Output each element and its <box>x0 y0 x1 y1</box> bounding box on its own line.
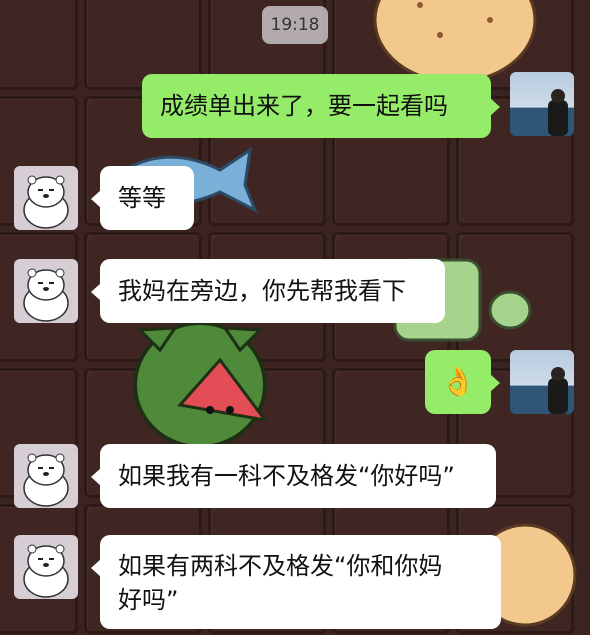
self-avatar[interactable] <box>510 350 574 414</box>
white-bear-icon <box>23 175 69 229</box>
person-at-seaside-icon <box>510 367 574 414</box>
message-bubble-self[interactable]: 👌 <box>425 350 500 414</box>
message-bubble-other[interactable]: 我妈在旁边，你先帮我看下 <box>91 259 445 323</box>
message-bubble-other[interactable]: 如果我有一科不及格发“你好吗” <box>91 444 496 508</box>
ok-hand-icon: 👌 <box>440 365 476 398</box>
white-bear-icon <box>23 544 69 598</box>
other-avatar[interactable] <box>14 259 78 323</box>
other-avatar[interactable] <box>14 444 78 508</box>
other-avatar[interactable] <box>14 166 78 230</box>
timestamp-pill: 19:18 <box>262 6 328 44</box>
self-avatar[interactable] <box>510 72 574 136</box>
other-avatar[interactable] <box>14 535 78 599</box>
message-bubble-self[interactable]: 成绩单出来了，要一起看吗 <box>142 74 500 138</box>
message-bubble-other[interactable]: 如果有两科不及格发“你和你妈 好吗” <box>91 535 501 629</box>
message-bubble-other[interactable]: 等等 <box>91 166 194 230</box>
person-at-seaside-icon <box>510 89 574 136</box>
white-bear-icon <box>23 453 69 507</box>
white-bear-icon <box>23 268 69 322</box>
